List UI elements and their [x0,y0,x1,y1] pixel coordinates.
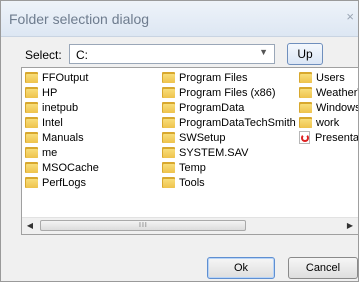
list-item-label: work [316,116,340,129]
list-item-label: FFOutput [42,71,89,84]
up-button[interactable]: Up [287,43,323,65]
title-bar: Folder selection dialog × [1,1,358,37]
cancel-button[interactable]: Cancel [288,257,358,279]
list-item-label: MSOCache [42,161,99,174]
drive-select-dropdown[interactable]: C: ▼ [69,44,275,64]
folder-icon [162,117,175,128]
folder-icon [299,87,312,98]
list-item[interactable]: work [299,115,358,130]
list-item-label: PerfLogs [42,176,87,189]
folder-icon [162,87,175,98]
chevron-down-icon[interactable]: ▼ [259,47,268,57]
list-item[interactable]: HP [25,85,99,100]
folder-icon [299,72,312,83]
scroll-right-arrow-icon[interactable]: ▶ [342,218,358,234]
list-item[interactable]: FFOutput [25,70,99,85]
folder-selection-dialog: Folder selection dialog × Select: C: ▼ U… [0,0,359,282]
folder-icon [162,162,175,173]
list-item[interactable]: inetpub [25,100,99,115]
list-item-label: WeatherW [316,86,358,99]
list-item-label: Program Files [179,71,248,84]
list-item-label: Tools [179,176,205,189]
close-icon[interactable]: × [346,10,354,23]
list-item[interactable]: Windows [299,100,359,115]
folder-icon [299,117,312,128]
folder-icon [162,102,175,113]
folder-icon [25,117,38,128]
list-item[interactable]: Users [299,70,358,85]
list-item[interactable]: ProgramData [162,100,296,115]
list-item[interactable]: ProgramDataTechSmith [162,115,296,130]
list-item[interactable]: SWSetup [162,130,296,145]
list-item[interactable]: me [25,145,99,160]
folder-list-view[interactable]: FFOutput HP inetpub Intel Manuals me MSOCache P… [21,67,359,235]
scroll-left-arrow-icon[interactable]: ◀ [22,218,38,234]
drive-select-value: C: [76,48,88,62]
thumb-grip-icon: III [139,222,148,229]
list-item-label: inetpub [42,101,79,114]
list-item-label: Manuals [42,131,84,144]
list-item[interactable]: Tools [162,175,296,190]
list-item[interactable]: Presentat [299,130,359,145]
list-item[interactable]: PerfLogs [25,175,99,190]
list-item[interactable]: MSOCache [25,160,99,175]
list-item-label: SWSetup [179,131,226,144]
folder-list-column-2: Program Files Program Files (x86) ProgramD… [162,70,296,190]
list-item[interactable]: WeatherW [299,85,358,100]
list-item[interactable]: SYSTEM.SAV [162,145,296,160]
scrollbar-thumb[interactable]: III [40,220,246,231]
select-label: Select: [25,48,62,62]
folder-icon [25,162,38,173]
dialog-title: Folder selection dialog [9,11,150,27]
folder-icon [162,147,175,158]
folder-icon [25,72,38,83]
list-item-label: Presentat [315,131,359,144]
folder-icon [25,177,38,188]
list-item-label: Temp [179,161,206,174]
list-item-label: me [42,146,58,159]
folder-icon [162,132,175,143]
folder-icon [25,102,38,113]
list-item[interactable]: Manuals [25,130,99,145]
list-item-label: ProgramDataTechSmith [179,116,296,129]
ok-button[interactable]: Ok [207,257,275,279]
horizontal-scrollbar[interactable]: ◀ III ▶ [22,217,358,234]
folder-icon [299,102,312,113]
list-item-label: Program Files (x86) [179,86,276,99]
list-item[interactable]: Program Files (x86) [162,85,296,100]
folder-icon [25,147,38,158]
list-item-label: SYSTEM.SAV [179,146,249,159]
list-item-label: Windows [316,101,359,114]
list-item[interactable]: Intel [25,115,99,130]
folder-icon [25,87,38,98]
list-item-label: HP [42,86,58,99]
list-item-label: ProgramData [179,101,245,114]
list-item-label: Users [316,71,345,84]
pdf-icon [299,131,310,144]
folder-list-column-1: FFOutput HP inetpub Intel Manuals me MSOCache P… [25,70,99,190]
list-item[interactable]: Program Files [162,70,296,85]
folder-icon [162,72,175,83]
list-item[interactable]: Temp [162,160,296,175]
folder-icon [25,132,38,143]
list-item-label: Intel [42,116,63,129]
folder-icon [162,177,175,188]
folder-list-column-3: Users WeatherW Windows work Presentat [299,70,359,145]
